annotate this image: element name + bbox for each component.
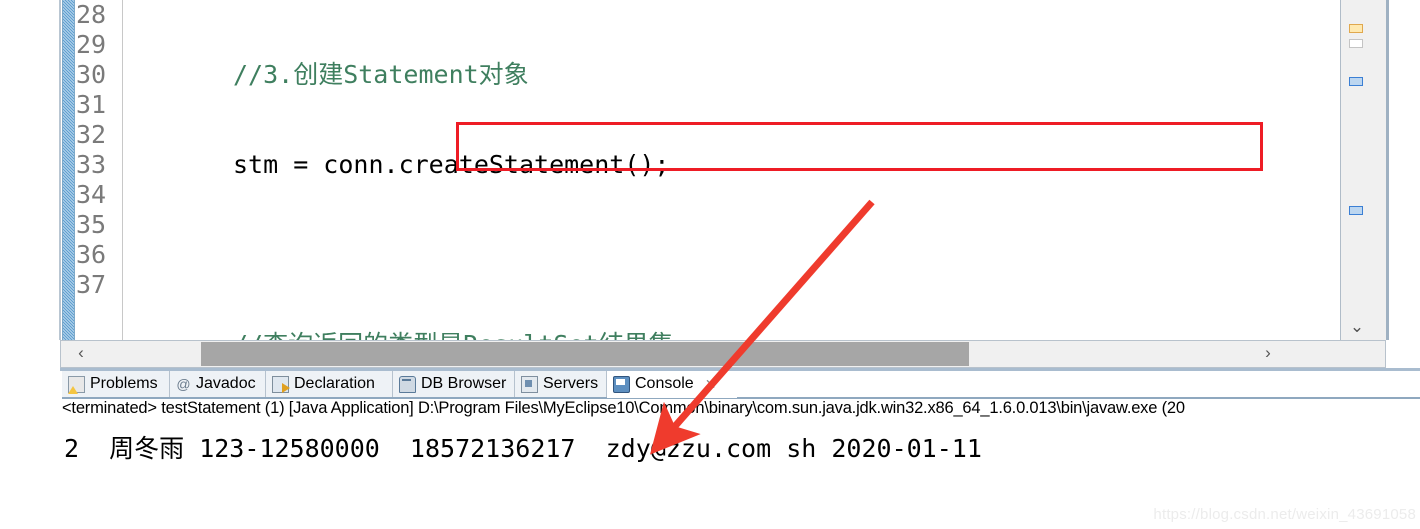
horizontal-scrollbar-thumb[interactable] <box>201 342 969 366</box>
line-number: 34 <box>76 180 107 209</box>
tab-bar-active-underline <box>607 396 737 398</box>
overview-plain-marker-icon[interactable] <box>1349 39 1363 48</box>
tab-db-browser[interactable]: DB Browser <box>393 371 515 397</box>
line-number: 36 <box>76 240 107 269</box>
horizontal-scrollbar[interactable] <box>60 340 1386 368</box>
line-number: 37 <box>76 270 107 299</box>
vertical-scrollbar[interactable]: ⌄ <box>1340 0 1386 340</box>
line-number: 28 <box>76 0 107 29</box>
line-number: 29 <box>76 30 107 59</box>
console-process-label: <terminated> testStatement (1) [Java App… <box>62 399 1185 417</box>
code-line-28: //3.创建Statement对象 <box>233 60 529 89</box>
scroll-left-arrow-icon[interactable]: ‹ <box>68 341 94 365</box>
tab-problems[interactable]: Problems <box>62 371 170 397</box>
tab-db-browser-label: DB Browser <box>421 375 507 392</box>
line-number: 30 <box>76 60 107 89</box>
tab-problems-label: Problems <box>90 375 158 392</box>
console-icon <box>613 375 630 393</box>
tab-javadoc[interactable]: @ Javadoc <box>170 371 266 397</box>
gutter-separator <box>122 0 123 340</box>
code-line-29: stm = conn.createStatement(); <box>233 150 670 179</box>
line-number: 32 <box>76 120 107 149</box>
gutter-left-border <box>59 0 61 340</box>
editor-right-margin <box>1389 0 1420 340</box>
tab-servers-label: Servers <box>543 375 599 392</box>
code-text-area[interactable]: //3.创建Statement对象 stm = conn.createState… <box>128 0 1338 340</box>
console-result-row: 2 周冬雨 123-12580000 18572136217 zdy@zzu.c… <box>64 434 982 463</box>
line-number: 31 <box>76 90 107 119</box>
code-editor-pane: 28 29 30 31 32 33 34 35 36 37 //3.创建Stat… <box>0 0 1420 371</box>
scroll-right-arrow-icon[interactable]: › <box>1255 341 1281 365</box>
close-icon[interactable]: ✕ <box>705 377 717 391</box>
tab-declaration[interactable]: Declaration <box>266 371 393 397</box>
problems-icon <box>68 375 85 394</box>
line-number-ruler: 28 29 30 31 32 33 34 35 36 37 <box>76 0 118 340</box>
javadoc-icon: @ <box>176 375 191 392</box>
watermark-text: https://blog.csdn.net/weixin_43691058 <box>1153 506 1416 523</box>
bottom-left-margin <box>0 371 60 529</box>
line-number: 33 <box>76 150 107 179</box>
db-browser-icon <box>399 375 416 393</box>
tab-console-label: Console <box>635 375 694 392</box>
view-tab-bar: Problems @ Javadoc Declaration DB Browse… <box>62 371 1420 397</box>
declaration-icon <box>272 375 290 393</box>
eclipse-ide-screenshot: 28 29 30 31 32 33 34 35 36 37 //3.创建Stat… <box>0 0 1420 529</box>
overview-warning-marker-icon[interactable] <box>1349 24 1363 33</box>
overview-occurrence-marker-icon[interactable] <box>1349 77 1363 86</box>
scroll-down-arrow-icon[interactable]: ⌄ <box>1348 318 1366 336</box>
tab-servers[interactable]: Servers <box>515 371 607 397</box>
tab-console[interactable]: Console ✕ <box>607 371 737 397</box>
editor-left-margin <box>0 0 60 340</box>
line-number: 35 <box>76 210 107 239</box>
tab-declaration-label: Declaration <box>294 375 375 392</box>
tab-javadoc-label: Javadoc <box>196 375 256 392</box>
code-line-31: //查询返回的类型是ResultSet结果集 <box>128 330 1338 340</box>
servers-icon <box>521 375 538 393</box>
change-bar-indicator <box>62 0 75 340</box>
overview-occurrence-marker-icon[interactable] <box>1349 206 1363 215</box>
